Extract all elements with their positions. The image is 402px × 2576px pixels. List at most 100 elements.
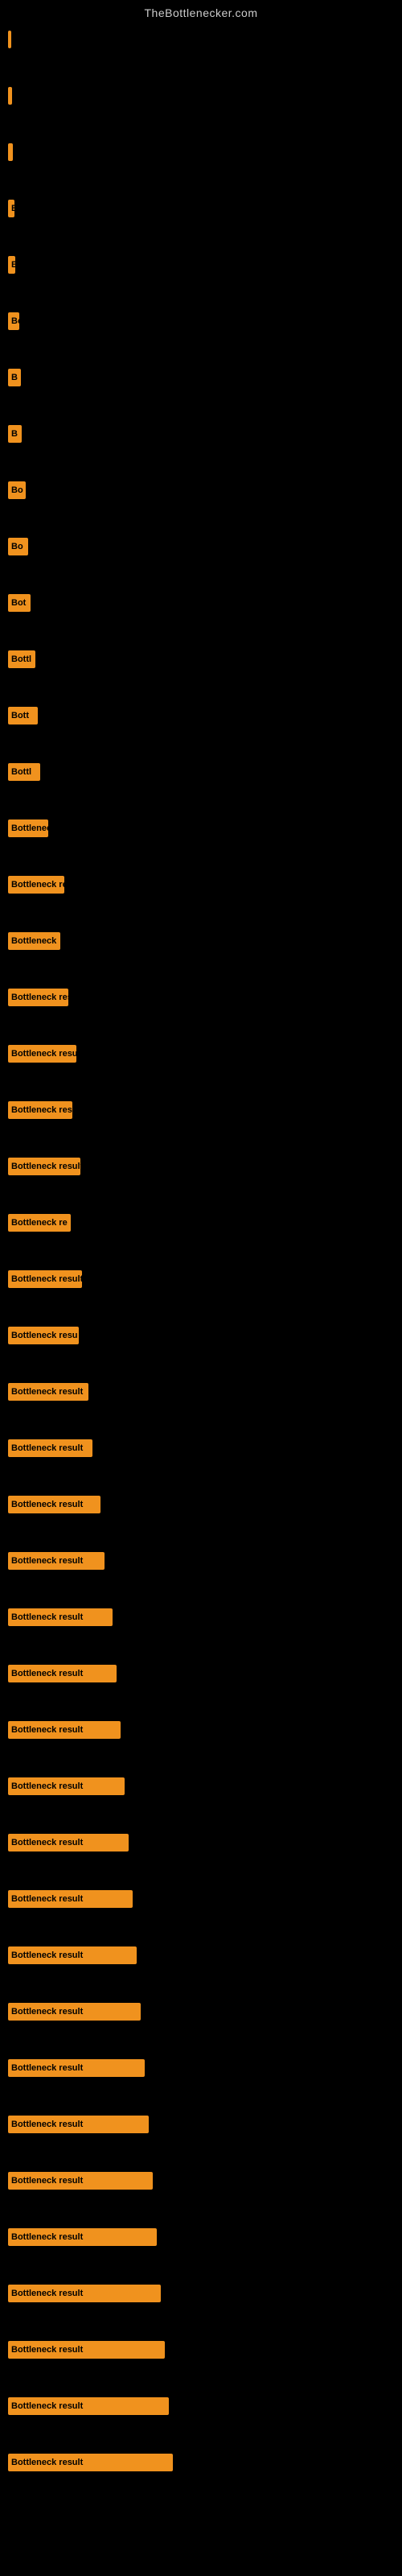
bar-row: Bottleneck result [8, 1777, 402, 1795]
bar: Bo [8, 312, 19, 330]
bar-row: Bottleneck res [8, 876, 402, 894]
bar: Bottleneck result [8, 1158, 80, 1175]
bar: Bottleneck result [8, 1383, 88, 1401]
bar-label: Bottleneck resu [11, 1105, 72, 1115]
bar-row: B [8, 200, 402, 217]
bar: Bottleneck result [8, 1045, 76, 1063]
bar-row [8, 143, 402, 161]
bar-label: Bottleneck result [11, 2232, 83, 2242]
bar-row: Bottleneck result [8, 2285, 402, 2302]
bar: Bot [8, 594, 31, 612]
bar-label: Bo [11, 316, 19, 326]
bar: Bottleneck result [8, 1834, 129, 1852]
bar-label: Bottleneck result [11, 1500, 83, 1509]
bar-label: Bottl [11, 654, 31, 664]
bar-row: Bottleneck result [8, 1383, 402, 1401]
bar: Bottleneck result [8, 1721, 121, 1739]
bar-row: Bottleneck result [8, 2116, 402, 2133]
bars-container: B E Bo B B Bo Bo Bot Bottl Bott Bottl Bottlenec Bott… [0, 23, 402, 2471]
bar-row: Bot [8, 594, 402, 612]
bar: Bottleneck res [8, 876, 64, 894]
bar-row: Bottleneck result [8, 1946, 402, 1964]
bar-row: Bottleneck result [8, 2059, 402, 2077]
bar-row: Bottl [8, 650, 402, 668]
bar: Bottleneck result [8, 1439, 92, 1457]
bar-label: Bottleneck re [11, 1218, 68, 1228]
bar-row: Bottleneck result [8, 1665, 402, 1682]
bar-label: Bot [11, 598, 26, 608]
bar-label: Bottleneck result [11, 2345, 83, 2355]
bar-row: Bo [8, 538, 402, 555]
bar-label: Bottleneck result [11, 2007, 83, 2017]
bar-row: Bottleneck result [8, 2454, 402, 2471]
bar: Bottleneck result [8, 2454, 173, 2471]
bar: Bottleneck result [8, 1270, 82, 1288]
bar-label: Bo [11, 542, 23, 551]
bar: Bottleneck result [8, 2059, 145, 2077]
bar-label: Bottleneck resu [11, 993, 68, 1002]
bar-row: Bottleneck resu [8, 1327, 402, 1344]
bar-row: Bottleneck resu [8, 1101, 402, 1119]
bar: Bottleneck result [8, 2003, 141, 2021]
bar: Bottleneck re [8, 1214, 71, 1232]
bar-row: Bottleneck result [8, 1158, 402, 1175]
bar-row: Bottleneck result [8, 1834, 402, 1852]
bar: B [8, 200, 14, 217]
bar-label: B [11, 204, 14, 213]
bar: Bottlenec [8, 819, 48, 837]
bar: Bottleneck result [8, 2228, 157, 2246]
bar-row: Bottleneck result [8, 1552, 402, 1570]
bar-row: Bo [8, 481, 402, 499]
bar: Bottl [8, 650, 35, 668]
bar-row: Bottleneck result [8, 2172, 402, 2190]
bar-label: Bottleneck result [11, 1443, 83, 1453]
bar-label: Bottleneck result [11, 1049, 76, 1059]
bar-label: B [11, 429, 18, 439]
bar-label: E [11, 260, 15, 270]
bar-label: Bottleneck result [11, 1725, 83, 1735]
bar: Bo [8, 481, 26, 499]
bar-row: Bottlenec [8, 819, 402, 837]
bar-label: Bottleneck result [11, 1274, 82, 1284]
bar-row: Bottleneck result [8, 2228, 402, 2246]
bar: Bottleneck resu [8, 1101, 72, 1119]
bar: Bottl [8, 763, 40, 781]
bar-label: Bottleneck result [11, 1612, 83, 1622]
bar: Bottleneck resu [8, 989, 68, 1006]
bar: Bo [8, 538, 28, 555]
bar-row: B [8, 369, 402, 386]
bar-label: Bottleneck result [11, 1951, 83, 1960]
bar-row: Bottleneck result [8, 2397, 402, 2415]
bar-row: E [8, 256, 402, 274]
bar-row: B [8, 425, 402, 443]
bar [8, 87, 12, 105]
bar-row: Bottleneck resu [8, 989, 402, 1006]
bar: Bottleneck [8, 932, 60, 950]
bar-row: Bottleneck result [8, 1270, 402, 1288]
bar: Bottleneck result [8, 2341, 165, 2359]
bar: B [8, 369, 21, 386]
bar-row: Bott [8, 707, 402, 724]
bar-row: Bottleneck result [8, 1045, 402, 1063]
bar-row: Bottleneck [8, 932, 402, 950]
bar: Bottleneck result [8, 2172, 153, 2190]
bar-label: Bottlenec [11, 824, 48, 833]
bar-row [8, 87, 402, 105]
bar-row [8, 31, 402, 48]
bar-row: Bottleneck result [8, 1496, 402, 1513]
bar: Bottleneck result [8, 1946, 137, 1964]
bar-label: Bottleneck result [11, 1556, 83, 1566]
bar-label: Bottleneck result [11, 2458, 83, 2467]
bar-label: Bo [11, 485, 23, 495]
bar-label: Bottleneck result [11, 2176, 83, 2186]
bar-label: Bottleneck result [11, 2120, 83, 2129]
bar-row: Bottleneck result [8, 1439, 402, 1457]
bar: Bottleneck result [8, 1496, 100, 1513]
bar: Bottleneck result [8, 1552, 105, 1570]
bar-label: Bottleneck result [11, 1781, 83, 1791]
bar: B [8, 425, 22, 443]
bar-label: Bottleneck result [11, 1838, 83, 1847]
bar-row: Bottleneck result [8, 2341, 402, 2359]
bar: Bottleneck result [8, 2116, 149, 2133]
bar: Bottleneck result [8, 1777, 125, 1795]
